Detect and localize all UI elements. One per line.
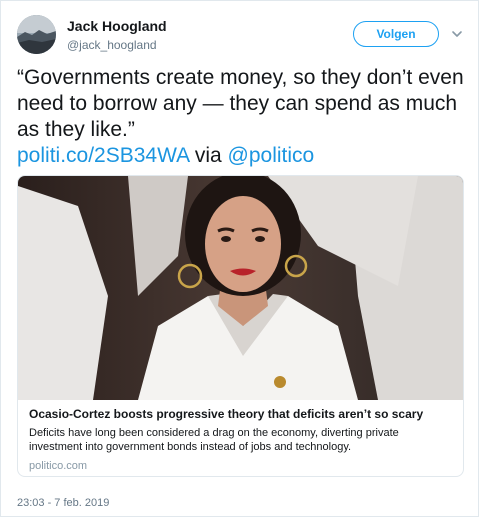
avatar[interactable] bbox=[17, 15, 56, 54]
tweet-text: “Governments create money, so they don’t… bbox=[17, 65, 467, 169]
tweet-timestamp[interactable]: 23:03 - 7 feb. 2019 bbox=[17, 497, 109, 509]
tweet-header: Jack Hoogland @jack_hoogland Volgen bbox=[17, 15, 464, 57]
tweet-quote: “Governments create money, so they don’t… bbox=[17, 66, 464, 141]
via-text: via bbox=[194, 144, 222, 167]
tweet-link[interactable]: politi.co/2SB34WA bbox=[17, 144, 189, 167]
card-title[interactable]: Ocasio-Cortez boosts progressive theory … bbox=[29, 406, 453, 422]
author-name[interactable]: Jack Hoogland bbox=[67, 18, 167, 34]
card-body: Ocasio-Cortez boosts progressive theory … bbox=[29, 406, 453, 472]
link-card[interactable]: Ocasio-Cortez boosts progressive theory … bbox=[17, 175, 464, 477]
chevron-down-icon[interactable] bbox=[450, 27, 464, 41]
mention-link[interactable]: @politico bbox=[228, 144, 315, 167]
follow-button[interactable]: Volgen bbox=[353, 21, 439, 47]
card-image[interactable] bbox=[18, 176, 463, 400]
tweet-container: Jack Hoogland @jack_hoogland Volgen “Gov… bbox=[0, 0, 479, 517]
author-handle[interactable]: @jack_hoogland bbox=[67, 38, 157, 52]
card-description: Deficits have long been considered a dra… bbox=[29, 427, 399, 453]
card-domain: politico.com bbox=[29, 460, 88, 472]
